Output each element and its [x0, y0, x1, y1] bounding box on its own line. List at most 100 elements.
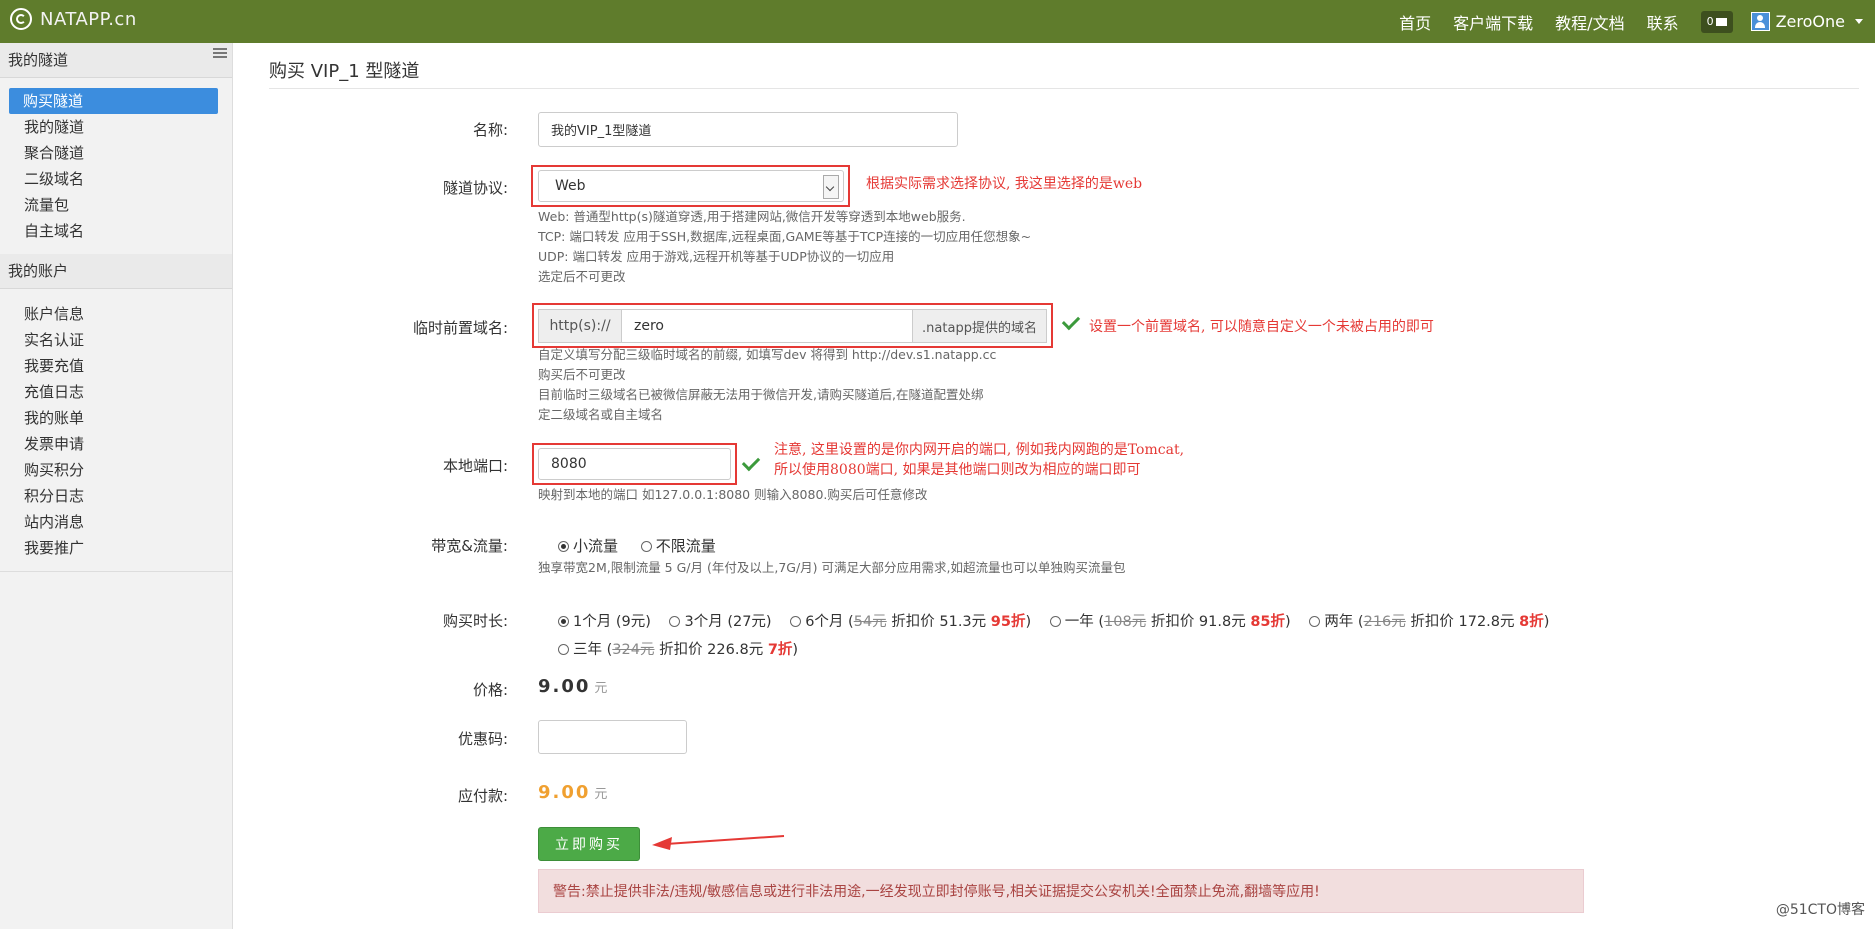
brand-name: NATAPP.cn [40, 8, 137, 30]
help-line: 选定后不可更改 [538, 269, 626, 284]
message-count: 0 [1706, 15, 1714, 28]
brand-logo[interactable]: NATAPP.cn [10, 8, 137, 30]
coupon-label: 优惠码: [457, 730, 508, 748]
sidebar-item-recharge[interactable]: 我要充值 [0, 353, 232, 379]
coupon-input[interactable] [538, 720, 687, 754]
tunnel-name-input[interactable]: 我的VIP_1型隧道 [538, 112, 958, 147]
radio-selected-icon [558, 541, 569, 552]
nav-contact[interactable]: 联系 [1647, 10, 1679, 34]
discount-price: 折扣价 172.8元 [1405, 614, 1520, 630]
protocol-prefix-addon: http(s):// [538, 309, 622, 343]
name-label: 名称: [472, 121, 508, 139]
user-menu[interactable]: ZeroOne [1750, 12, 1863, 31]
sidebar-item-recharge-log[interactable]: 充值日志 [0, 379, 232, 405]
payable-label: 应付款: [457, 787, 508, 805]
nav-docs[interactable]: 教程/文档 [1555, 10, 1624, 34]
sidebar-tunnel-list: 购买隧道 我的隧道 聚合隧道 二级域名 流量包 自主域名 [0, 78, 232, 254]
dropdown-arrow-icon [823, 175, 839, 199]
duration-option-2y[interactable]: 两年 (216元 折扣价 172.8元 8折) [1309, 614, 1549, 630]
help-line: 购买后不可更改 [538, 367, 626, 382]
sidebar-item-points-log[interactable]: 积分日志 [0, 483, 232, 509]
duration-option-3m[interactable]: 3个月 (27元) [669, 614, 772, 630]
option-label: 1个月 (9元) [573, 614, 651, 630]
port-annotation: 注意, 这里设置的是你内网开启的端口, 例如我内网跑的是Tomcat, 所以使用… [774, 440, 1184, 480]
option-label: 3个月 (27元) [684, 614, 772, 630]
duration-option-1m[interactable]: 1个月 (9元) [558, 614, 651, 630]
nav-home[interactable]: 首页 [1399, 10, 1431, 34]
protocol-select-value: Web [555, 178, 586, 194]
protocol-select[interactable]: Web [538, 170, 844, 202]
option-label: 小流量 [573, 537, 619, 555]
original-price: 108元 [1104, 614, 1147, 630]
subdomain-input[interactable]: zero [621, 309, 913, 343]
sidebar-item-messages[interactable]: 站内消息 [0, 509, 232, 535]
sidebar-item-my-tunnels[interactable]: 我的隧道 [0, 114, 232, 140]
annotation-line: 所以使用8080端口, 如果是其他端口则改为相应的端口即可 [774, 462, 1141, 478]
sidebar-group-title: 我的隧道 [8, 51, 69, 69]
domain-suffix-addon: .natapp提供的域名 [912, 309, 1047, 343]
discount-rate: 95折 [990, 614, 1026, 630]
sidebar-item-aggregate-tunnels[interactable]: 聚合隧道 [0, 140, 232, 166]
sidebar-item-buy-tunnel[interactable]: 购买隧道 [9, 88, 218, 114]
check-icon [1061, 311, 1081, 331]
sidebar-item-subdomains[interactable]: 二级域名 [0, 166, 232, 192]
sidebar-item-invoice[interactable]: 发票申请 [0, 431, 232, 457]
discount-price: 折扣价 51.3元 [886, 614, 991, 630]
sidebar-group-tunnels: 我的隧道 [0, 43, 232, 78]
protocol-label: 隧道协议: [442, 179, 508, 197]
duration-option-3y[interactable]: 三年 (324元 折扣价 226.8元 7折) [558, 642, 798, 658]
radio-icon [640, 541, 652, 552]
original-price: 324元 [612, 642, 655, 658]
price-unit: 元 [594, 681, 608, 696]
messages-button[interactable]: 0 [1700, 10, 1733, 33]
envelope-icon [1715, 17, 1727, 26]
help-line: UDP: 端口转发 应用于游戏,远程开机等基于UDP协议的一切应用 [538, 249, 895, 264]
red-arrow-icon [652, 835, 785, 850]
payable-value: 9.00 元 [538, 782, 607, 803]
option-label: ) [792, 642, 799, 658]
discount-rate: 85折 [1250, 614, 1286, 630]
top-nav: 首页 客户端下载 教程/文档 联系 0 ZeroOne [1399, 0, 1875, 43]
nav-client-download[interactable]: 客户端下载 [1453, 10, 1533, 34]
option-label: 一年 ( [1064, 614, 1105, 630]
duration-option-1y[interactable]: 一年 (108元 折扣价 91.8元 85折) [1049, 614, 1291, 630]
option-label: 三年 ( [573, 642, 613, 658]
menu-toggle-icon[interactable] [213, 48, 227, 58]
protocol-help: Web: 普通型http(s)隧道穿透,用于搭建网站,微信开发等穿透到本地web… [538, 207, 1031, 287]
sidebar-item-referral[interactable]: 我要推广 [0, 535, 232, 561]
original-price: 216元 [1363, 614, 1406, 630]
user-name: ZeroOne [1775, 12, 1845, 31]
sidebar-item-bills[interactable]: 我的账单 [0, 405, 232, 431]
help-line: 目前临时三级域名已被微信屏蔽无法用于微信开发,请购买隧道后,在隧道配置处绑 [538, 387, 984, 402]
radio-icon [790, 616, 802, 627]
bandwidth-label: 带宽&流量: [431, 537, 508, 555]
logo-icon [10, 8, 32, 30]
sidebar-account-list: 账户信息 实名认证 我要充值 充值日志 我的账单 发票申请 购买积分 积分日志 … [0, 289, 232, 571]
sidebar-item-account-info[interactable]: 账户信息 [0, 301, 232, 327]
sidebar-item-buy-points[interactable]: 购买积分 [0, 457, 232, 483]
sidebar-item-traffic-pack[interactable]: 流量包 [0, 192, 232, 218]
subdomain-annotation: 设置一个前置域名, 可以随意自定义一个未被占用的即可 [1089, 319, 1434, 335]
bandwidth-option-unlimited[interactable]: 不限流量 [640, 537, 716, 555]
bandwidth-option-small[interactable]: 小流量 [558, 537, 618, 555]
sidebar-item-custom-domain[interactable]: 自主域名 [0, 218, 232, 244]
duration-option-6m[interactable]: 6个月 (54元 折扣价 51.3元 95折) [790, 614, 1031, 630]
annotation-line: 注意, 这里设置的是你内网开启的端口, 例如我内网跑的是Tomcat, [774, 442, 1185, 458]
help-line: 自定义填写分配三级临时域名的前缀, 如填写dev 将得到 http://dev.… [538, 347, 997, 362]
buy-now-button[interactable]: 立即购买 [538, 827, 640, 861]
price-label: 价格: [472, 681, 508, 699]
bandwidth-help: 独享带宽2M,限制流量 5 G/月 (年付及以上,7G/月) 可满足大部分应用需… [538, 560, 1126, 575]
chevron-down-icon [1855, 19, 1863, 24]
option-label: ) [1285, 614, 1291, 630]
radio-icon [1049, 616, 1061, 627]
discount-rate: 8折 [1519, 614, 1544, 630]
title-divider [269, 88, 1859, 89]
sidebar-item-verification[interactable]: 实名认证 [0, 327, 232, 353]
bandwidth-options: 小流量 不限流量 [558, 535, 734, 556]
duration-options-row2: 三年 (324元 折扣价 226.8元 7折) [558, 638, 816, 659]
check-icon [741, 452, 761, 472]
local-port-input[interactable]: 8080 [538, 448, 731, 480]
duration-label: 购买时长: [442, 612, 508, 630]
price-value: 9.00 元 [538, 676, 607, 697]
sidebar-group-title: 我的账户 [8, 262, 69, 280]
